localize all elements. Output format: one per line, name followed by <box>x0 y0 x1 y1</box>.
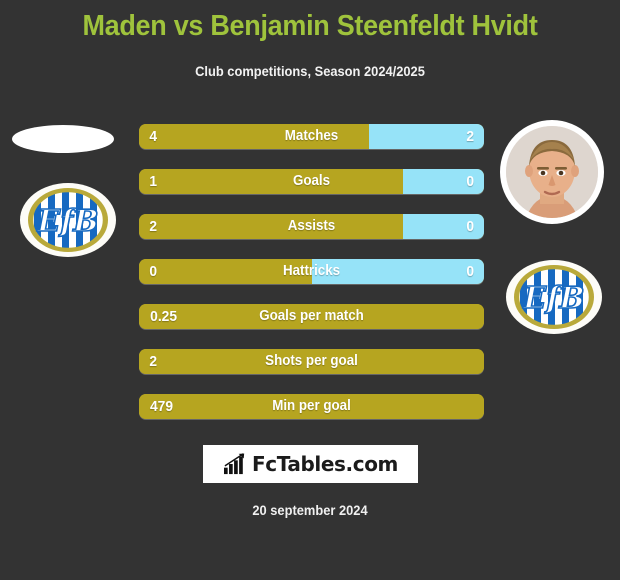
home-club-badge: EfB <box>18 181 118 259</box>
fctables-logo[interactable]: FcTables.com <box>203 445 418 483</box>
date-label: 20 september 2024 <box>252 502 368 518</box>
efb-crest-icon: EfB <box>506 260 602 334</box>
stat-row-hattricks: 0 Hattricks 0 <box>139 259 484 284</box>
stat-label: Shots per goal <box>265 353 358 369</box>
stat-row-min-per-goal: 479 Min per goal <box>139 394 484 419</box>
page-title: Maden vs Benjamin Steenfeldt Hvidt <box>82 10 538 42</box>
svg-text:EfB: EfB <box>36 204 98 239</box>
page-subtitle: Club competitions, Season 2024/2025 <box>195 63 425 79</box>
stat-label: Hattricks <box>282 263 341 279</box>
away-value: 0 <box>465 218 474 235</box>
stat-comparison-card: Maden vs Benjamin Steenfeldt Hvidt Club … <box>0 0 620 580</box>
stat-label: Min per goal <box>272 398 351 414</box>
svg-text:EfB: EfB <box>522 281 584 316</box>
home-player-photo-placeholder <box>12 125 114 153</box>
stat-label: Matches <box>284 128 339 144</box>
stat-label: Assists <box>287 218 336 234</box>
efb-crest-icon: EfB <box>20 183 116 257</box>
bar-chart-arrow-icon <box>224 453 245 475</box>
stat-row-assists: 2 Assists 0 <box>139 214 484 239</box>
away-player-photo <box>500 120 604 224</box>
away-value: 0 <box>465 263 474 280</box>
fctables-logo-text: FcTables.com <box>252 452 398 476</box>
stat-bars-list: 4 Matches 2 1 Goals 0 2 Assists 0 0 Hatt… <box>139 124 484 439</box>
away-value: 2 <box>465 128 474 145</box>
stat-row-goals-per-match: 0.25 Goals per match <box>139 304 484 329</box>
stat-row-goals: 1 Goals 0 <box>139 169 484 194</box>
away-value: 0 <box>465 173 474 190</box>
stat-row-matches: 4 Matches 2 <box>139 124 484 149</box>
away-player-portrait <box>506 126 598 218</box>
player-portrait-icon <box>506 126 598 218</box>
stat-label: Goals per match <box>259 308 364 324</box>
stat-label: Goals <box>292 173 331 189</box>
stat-row-shots-per-goal: 2 Shots per goal <box>139 349 484 374</box>
away-club-badge: EfB <box>504 258 604 336</box>
